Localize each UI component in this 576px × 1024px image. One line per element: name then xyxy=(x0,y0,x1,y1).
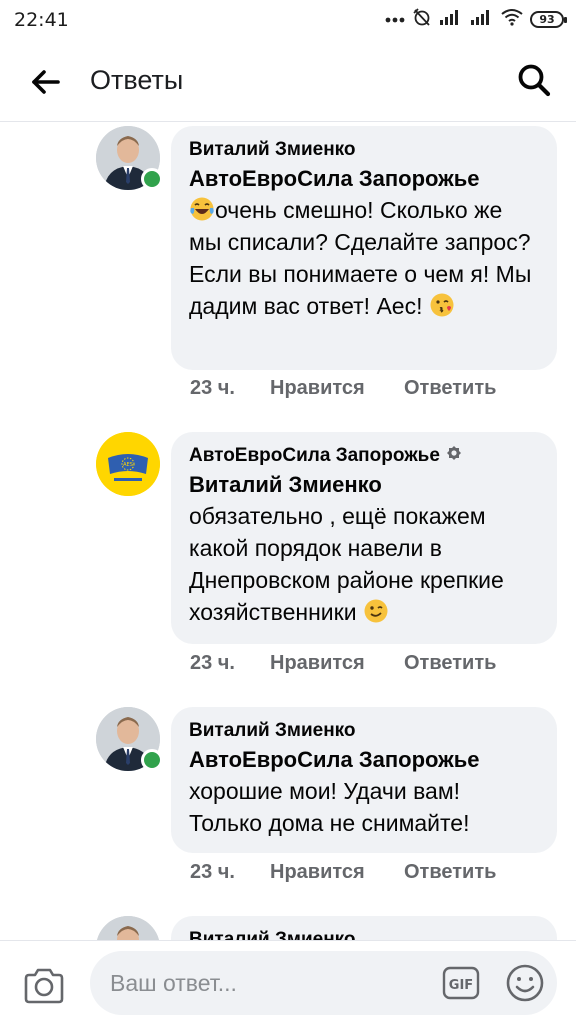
reply-button[interactable]: Ответить xyxy=(404,377,496,400)
online-status-dot xyxy=(141,168,163,190)
reply-input[interactable] xyxy=(90,951,557,1015)
camera-button[interactable] xyxy=(22,966,66,1006)
reply-to-name[interactable]: АвтоЕвроСила Запорожье xyxy=(189,745,539,775)
wink-emoji-icon xyxy=(363,598,389,624)
comment-bubble[interactable]: Виталий Змиенко АвтоЕвроСила Запорожье х… xyxy=(171,707,557,853)
reply-button[interactable]: Ответить xyxy=(404,652,496,675)
signal-icon xyxy=(470,9,494,30)
comment-actions: 23 ч. Нравится Ответить xyxy=(190,377,496,400)
search-button[interactable] xyxy=(514,60,554,100)
svg-text:GIF: GIF xyxy=(449,978,473,993)
comment-timestamp: 23 ч. xyxy=(190,377,235,399)
alarm-off-icon xyxy=(412,7,432,32)
emoji-button[interactable] xyxy=(505,963,545,1003)
comment-text: хорошие мои! Удачи вам! Только дома не с… xyxy=(189,778,470,836)
laughing-tears-emoji-icon xyxy=(189,196,215,222)
comment-author[interactable]: АвтоЕвроСила Запорожье xyxy=(189,444,539,468)
status-bar: 22:41 93 xyxy=(0,0,576,40)
verified-badge-icon xyxy=(446,444,462,468)
status-icons: 93 xyxy=(385,7,567,32)
like-button[interactable]: Нравится xyxy=(270,652,404,675)
online-status-dot xyxy=(141,749,163,771)
avatar[interactable]: AES xyxy=(96,432,160,496)
more-dots-icon xyxy=(385,10,405,28)
app-bar: Ответы xyxy=(0,40,576,122)
comment-timestamp: 23 ч. xyxy=(190,652,235,674)
comment-timestamp: 23 ч. xyxy=(190,861,235,883)
comment-author[interactable]: Виталий Змиенко xyxy=(189,719,539,743)
signal-icon xyxy=(439,9,463,30)
battery-indicator: 93 xyxy=(530,10,567,28)
gif-icon: GIF xyxy=(442,966,480,1004)
comment-text: очень смешно! Сколько же мы списали? Сде… xyxy=(189,196,532,319)
reply-to-name[interactable]: Виталий Змиенко xyxy=(189,470,539,500)
arrow-left-icon xyxy=(26,70,66,106)
like-button[interactable]: Нравится xyxy=(270,861,404,884)
camera-icon xyxy=(22,968,66,1010)
reply-to-name[interactable]: АвтоЕвроСила Запорожье xyxy=(189,164,539,194)
comment-bubble[interactable]: Виталий Змиенко АвтоЕвроСила Запорожье о… xyxy=(171,126,557,370)
kiss-wink-emoji-icon xyxy=(429,292,455,318)
back-button[interactable] xyxy=(26,62,66,102)
svg-text:AES: AES xyxy=(123,462,133,468)
comment-actions: 23 ч. Нравится Ответить xyxy=(190,861,496,884)
smiley-icon xyxy=(505,964,545,1007)
search-icon xyxy=(514,64,554,104)
wifi-icon xyxy=(501,8,523,31)
gif-button[interactable]: GIF xyxy=(442,966,480,1000)
comment-bubble[interactable]: АвтоЕвроСила Запорожье Виталий Змиенко о… xyxy=(171,432,557,644)
comment-author[interactable]: Виталий Змиенко xyxy=(189,138,539,162)
reply-button[interactable]: Ответить xyxy=(404,861,496,884)
page-title: Ответы xyxy=(90,65,184,95)
comment-actions: 23 ч. Нравится Ответить xyxy=(190,652,496,675)
status-time: 22:41 xyxy=(14,9,69,31)
reply-composer: GIF xyxy=(0,940,576,1024)
comment-text: обязательно , ещё покажем какой порядок … xyxy=(189,503,504,625)
like-button[interactable]: Нравится xyxy=(270,377,404,400)
